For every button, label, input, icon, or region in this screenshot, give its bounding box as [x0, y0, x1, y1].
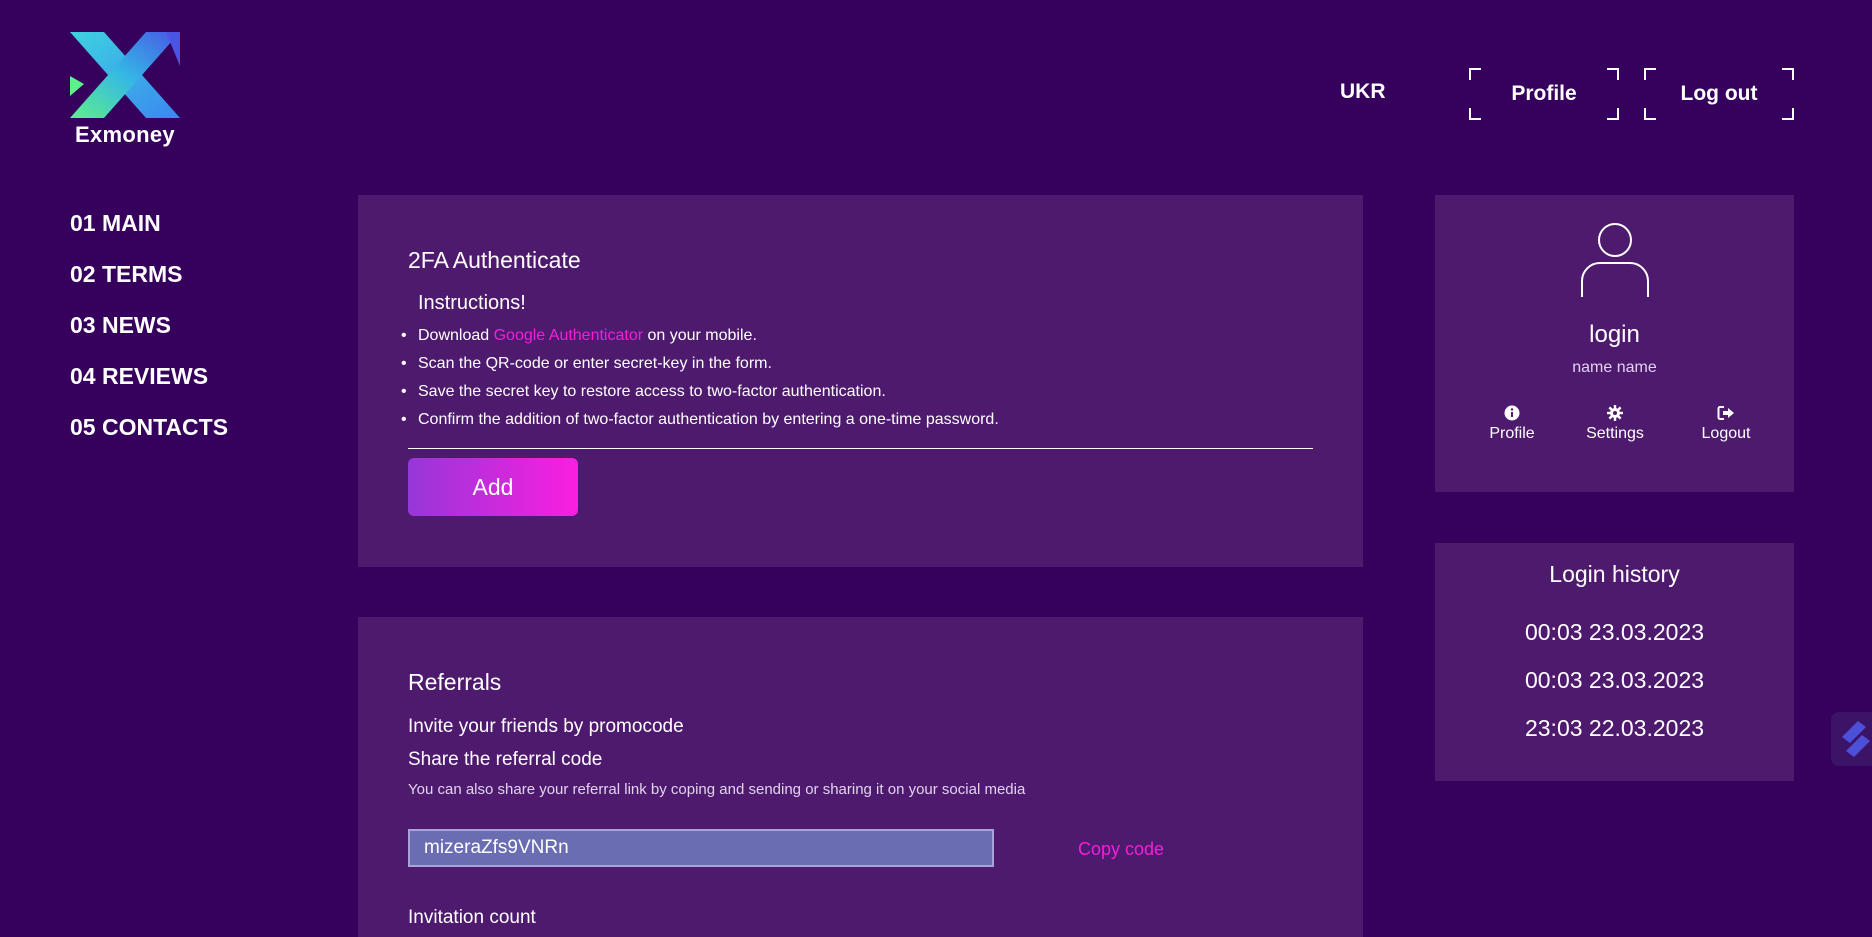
twofa-panel: 2FA Authenticate Instructions! Download …	[358, 195, 1363, 567]
referral-code-input[interactable]	[408, 829, 994, 867]
floating-widget-tab[interactable]	[1831, 712, 1872, 766]
sidebar-item-reviews[interactable]: 04 REVIEWS	[70, 363, 228, 414]
sidebar-item-terms[interactable]: 02 TERMS	[70, 261, 228, 312]
instructions-list: Download Google Authenticator on your mo…	[401, 327, 999, 439]
language-switch[interactable]: UKR	[1340, 80, 1386, 104]
brand-logo[interactable]: Exmoney	[70, 32, 180, 148]
referrals-title: Referrals	[408, 669, 502, 695]
profile-login: login	[1589, 321, 1640, 348]
invitation-count-heading: Invitation count	[408, 907, 536, 928]
header-profile-label: Profile	[1511, 82, 1577, 105]
twofa-title: 2FA Authenticate	[408, 247, 581, 273]
instruction-step: Save the secret key to restore access to…	[401, 383, 999, 411]
profile-full-name: name name	[1572, 359, 1657, 376]
header-logout-button[interactable]: Log out	[1644, 68, 1794, 120]
instruction-step: Confirm the addition of two-factor authe…	[401, 411, 999, 439]
login-history-entry: 00:03 23.03.2023	[1524, 667, 1705, 693]
header-logout-label: Log out	[1680, 82, 1758, 105]
step-text: on your mobile.	[643, 327, 757, 344]
login-history-panel: Login history 00:03 23.03.2023 00:03 23.…	[1435, 543, 1794, 781]
profile-action-label: Profile	[1489, 425, 1535, 442]
instruction-step: Scan the QR-code or enter secret-key in …	[401, 355, 999, 383]
login-history-entry: 00:03 23.03.2023	[1524, 619, 1705, 645]
copy-code-button[interactable]: Copy code	[1078, 839, 1164, 860]
sidebar-item-main[interactable]: 01 MAIN	[70, 210, 228, 261]
profile-action-logout[interactable]: Logout	[1691, 405, 1761, 443]
step-text: Download	[418, 327, 494, 344]
referrals-panel: Referrals Invite your friends by promoco…	[358, 617, 1363, 937]
sign-out-icon	[1717, 406, 1734, 420]
profile-card: login name name Profile Settings Logout	[1435, 195, 1794, 492]
profile-action-label: Logout	[1701, 425, 1751, 442]
google-authenticator-link[interactable]: Google Authenticator	[494, 327, 643, 344]
profile-action-settings[interactable]: Settings	[1580, 405, 1650, 443]
gear-icon	[1607, 405, 1623, 421]
login-history-title: Login history	[1549, 561, 1680, 587]
invite-text: Invite your friends by promocode	[408, 716, 684, 737]
profile-action-label: Settings	[1586, 425, 1644, 442]
sidebar-item-contacts[interactable]: 05 CONTACTS	[70, 414, 228, 465]
info-icon	[1504, 405, 1520, 421]
sidebar-nav: 01 MAIN 02 TERMS 03 NEWS 04 REVIEWS 05 C…	[70, 210, 228, 465]
divider	[408, 448, 1313, 449]
brand-name: Exmoney	[75, 122, 175, 147]
user-avatar-icon	[1581, 223, 1649, 297]
instructions-title: Instructions!	[418, 292, 526, 314]
widget-icon	[1842, 721, 1870, 757]
sidebar-item-news[interactable]: 03 NEWS	[70, 312, 228, 363]
login-history-entry: 23:03 22.03.2023	[1524, 715, 1705, 741]
exmoney-logo-icon	[70, 32, 180, 118]
profile-action-profile[interactable]: Profile	[1477, 405, 1547, 443]
add-2fa-button[interactable]: Add	[408, 458, 578, 516]
header-profile-button[interactable]: Profile	[1469, 68, 1619, 120]
share-note: You can also share your referral link by…	[408, 781, 1026, 798]
share-text: Share the referral code	[408, 749, 603, 770]
instruction-step: Download Google Authenticator on your mo…	[401, 327, 999, 355]
